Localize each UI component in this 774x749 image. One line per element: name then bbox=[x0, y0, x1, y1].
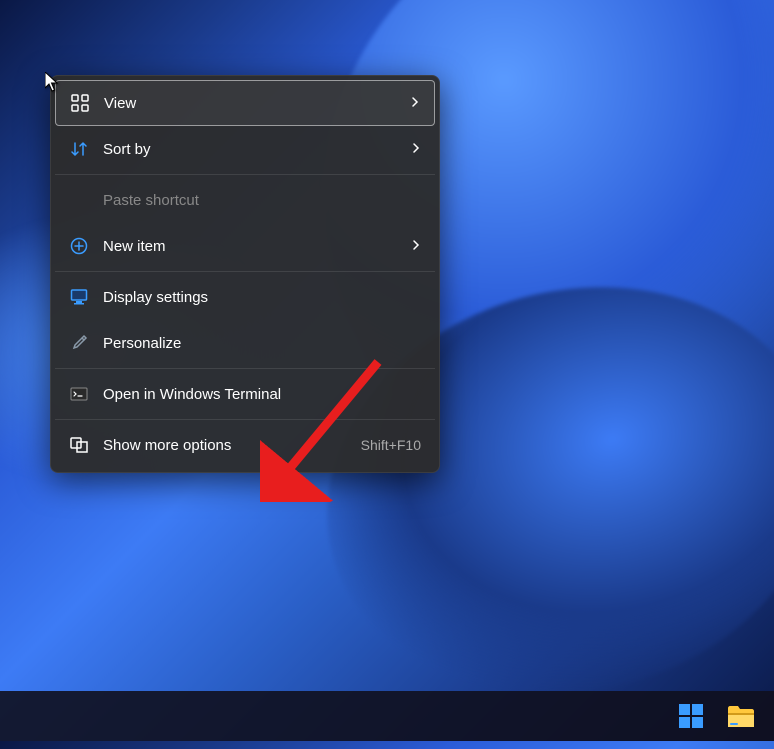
menu-divider bbox=[55, 174, 435, 175]
monitor-icon bbox=[69, 287, 89, 307]
plus-circle-icon bbox=[69, 236, 89, 256]
desktop-context-menu: View Sort by Paste shortcut bbox=[50, 75, 440, 473]
taskbar bbox=[0, 691, 774, 741]
menu-item-label: Show more options bbox=[103, 437, 361, 454]
menu-item-display-settings[interactable]: Display settings bbox=[55, 274, 435, 320]
empty-icon bbox=[69, 190, 89, 210]
menu-item-label: View bbox=[104, 95, 410, 112]
more-options-icon bbox=[69, 435, 89, 455]
menu-item-paste-shortcut: Paste shortcut bbox=[55, 177, 435, 223]
sort-icon bbox=[69, 139, 89, 159]
menu-item-show-more-options[interactable]: Show more options Shift+F10 bbox=[55, 422, 435, 468]
file-explorer-button[interactable] bbox=[720, 695, 762, 737]
menu-item-personalize[interactable]: Personalize bbox=[55, 320, 435, 366]
menu-item-terminal[interactable]: Open in Windows Terminal bbox=[55, 371, 435, 417]
menu-item-label: Sort by bbox=[103, 141, 411, 158]
chevron-right-icon bbox=[411, 238, 421, 255]
menu-item-shortcut: Shift+F10 bbox=[361, 437, 421, 453]
menu-item-label: Personalize bbox=[103, 335, 421, 352]
menu-item-sort-by[interactable]: Sort by bbox=[55, 126, 435, 172]
terminal-icon bbox=[69, 384, 89, 404]
menu-item-new-item[interactable]: New item bbox=[55, 223, 435, 269]
menu-item-label: Open in Windows Terminal bbox=[103, 386, 421, 403]
grid-icon bbox=[70, 93, 90, 113]
menu-item-label: Paste shortcut bbox=[103, 192, 421, 209]
menu-item-view[interactable]: View bbox=[55, 80, 435, 126]
menu-item-label: Display settings bbox=[103, 289, 421, 306]
menu-divider bbox=[55, 368, 435, 369]
brush-icon bbox=[69, 333, 89, 353]
start-button[interactable] bbox=[670, 695, 712, 737]
menu-divider bbox=[55, 271, 435, 272]
menu-divider bbox=[55, 419, 435, 420]
chevron-right-icon bbox=[411, 141, 421, 158]
chevron-right-icon bbox=[410, 95, 420, 112]
mouse-cursor bbox=[45, 72, 59, 97]
menu-item-label: New item bbox=[103, 238, 411, 255]
